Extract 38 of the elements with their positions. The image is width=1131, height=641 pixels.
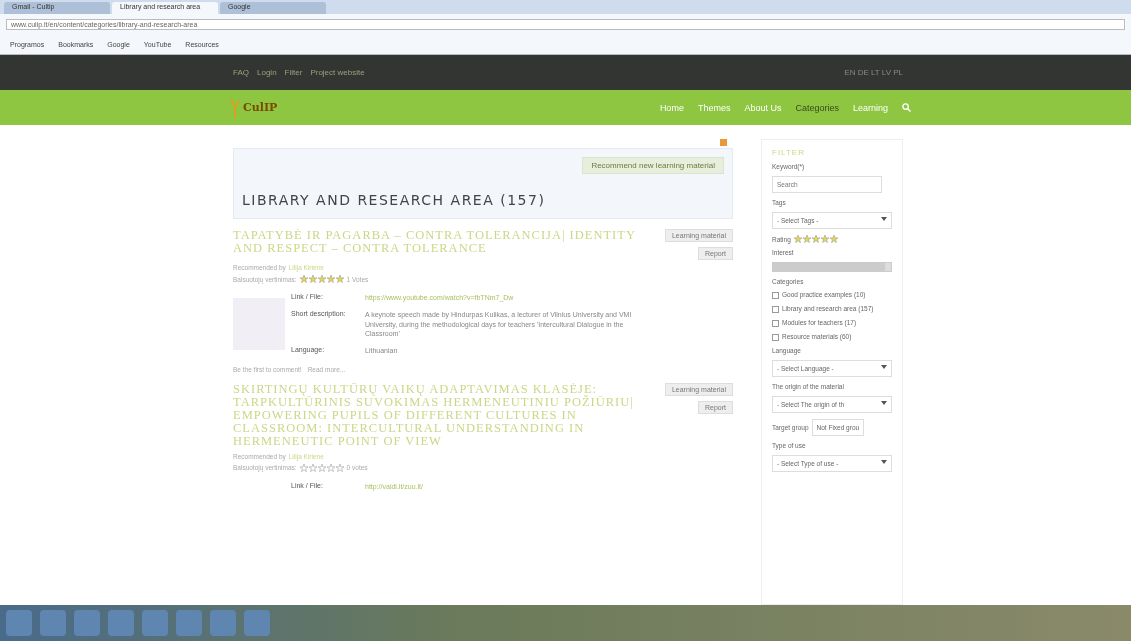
search-icon[interactable] bbox=[902, 103, 911, 112]
star-icon bbox=[299, 463, 308, 472]
taskbar-app-icon[interactable] bbox=[108, 610, 134, 636]
rss-icon[interactable] bbox=[720, 139, 727, 146]
rating-slider[interactable] bbox=[772, 262, 892, 272]
star-rating[interactable] bbox=[793, 235, 838, 243]
star-icon bbox=[308, 463, 317, 472]
top-link[interactable]: Login bbox=[257, 68, 277, 77]
logo-text[interactable]: CulIP bbox=[243, 101, 278, 114]
star-icon bbox=[317, 463, 326, 472]
taskbar-app-icon[interactable] bbox=[40, 610, 66, 636]
checkbox[interactable] bbox=[772, 320, 779, 327]
top-link[interactable]: FAQ bbox=[233, 68, 249, 77]
taskbar-app-icon[interactable] bbox=[210, 610, 236, 636]
taskbar-app-icon[interactable] bbox=[244, 610, 270, 636]
checkbox[interactable] bbox=[772, 334, 779, 341]
top-link[interactable]: Project website bbox=[310, 68, 365, 77]
caret-icon bbox=[881, 401, 887, 405]
caret-icon bbox=[881, 365, 887, 369]
star-icon bbox=[326, 463, 335, 472]
star-rating[interactable] bbox=[299, 275, 344, 283]
recommend-button[interactable]: Recommend new learning material bbox=[582, 157, 724, 174]
taskbar-app-icon[interactable] bbox=[142, 610, 168, 636]
checkbox[interactable] bbox=[772, 292, 779, 299]
top-link[interactable]: Filter bbox=[284, 68, 303, 77]
category-heading: LIBRARY AND RESEARCH AREA (157) bbox=[242, 192, 547, 208]
language-links[interactable]: EN DE LT LV PL bbox=[844, 68, 903, 77]
taskbar-app-icon[interactable] bbox=[176, 610, 202, 636]
nav-item[interactable]: Categories bbox=[795, 102, 839, 113]
caret-icon bbox=[881, 217, 887, 221]
filter-title: FILTER bbox=[772, 148, 806, 157]
checkbox[interactable] bbox=[772, 306, 779, 313]
logo-icon bbox=[230, 97, 240, 118]
taskbar-app-icon[interactable] bbox=[6, 610, 32, 636]
star-rating[interactable] bbox=[299, 463, 344, 472]
star-icon bbox=[335, 463, 344, 472]
taskbar-app-icon[interactable] bbox=[74, 610, 100, 636]
caret-icon bbox=[881, 460, 887, 464]
